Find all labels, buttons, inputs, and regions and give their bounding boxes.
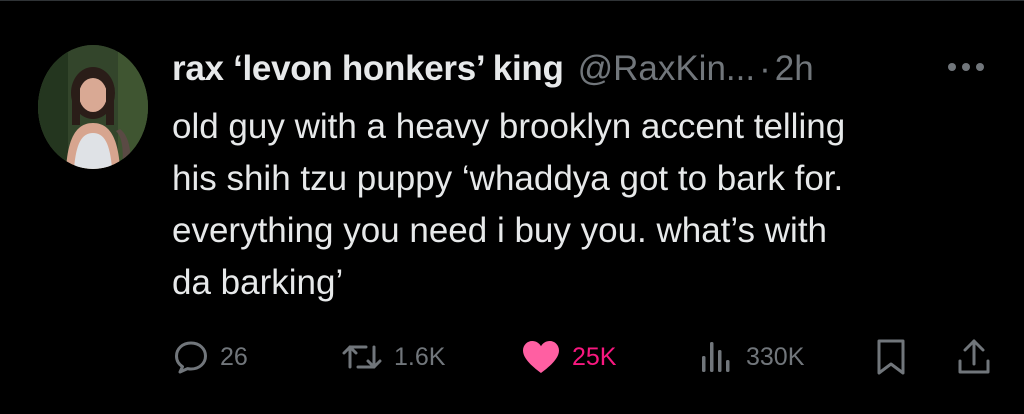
share-icon [956,337,992,377]
repost-button[interactable]: 1.6K [340,333,445,381]
tweet[interactable]: rax ‘levon honkers’ king @RaxKin... · 2h… [0,0,1024,414]
tweet-text-line: da barking’ [172,263,344,302]
like-count: 25K [572,342,617,371]
heart-icon [520,338,562,376]
views-icon [698,338,736,376]
tweet-text-line: his shih tzu puppy ‘whaddya got to bark … [172,159,844,198]
more-button[interactable] [938,51,994,87]
tweet-text: old guy with a heavy brooklyn accent tel… [172,101,992,309]
tweet-text-line: old guy with a heavy brooklyn accent tel… [172,107,846,146]
more-icon [946,60,986,78]
reply-button[interactable]: 26 [172,333,248,381]
display-name[interactable]: rax ‘levon honkers’ king [172,45,564,93]
reply-icon [172,338,210,376]
avatar[interactable] [38,45,148,169]
like-button[interactable]: 25K [520,333,616,381]
user-handle[interactable]: @RaxKin... [578,45,756,93]
separator-dot: · [759,49,771,88]
tweet-header: rax ‘levon honkers’ king @RaxKin... · 2h [172,45,1002,93]
views-count: 330K [746,342,805,371]
action-bar: 26 1.6K 25K 330K [172,333,1002,381]
tweet-text-line: everything you need i buy you. what’s wi… [172,211,828,250]
reply-count: 26 [220,342,248,371]
bookmark-icon [874,337,908,377]
repost-icon [340,338,384,376]
views-button[interactable]: 330K [698,333,804,381]
repost-count: 1.6K [394,342,446,371]
bookmark-button[interactable] [874,333,908,381]
timestamp[interactable]: 2h [775,45,814,93]
share-button[interactable] [956,333,992,381]
